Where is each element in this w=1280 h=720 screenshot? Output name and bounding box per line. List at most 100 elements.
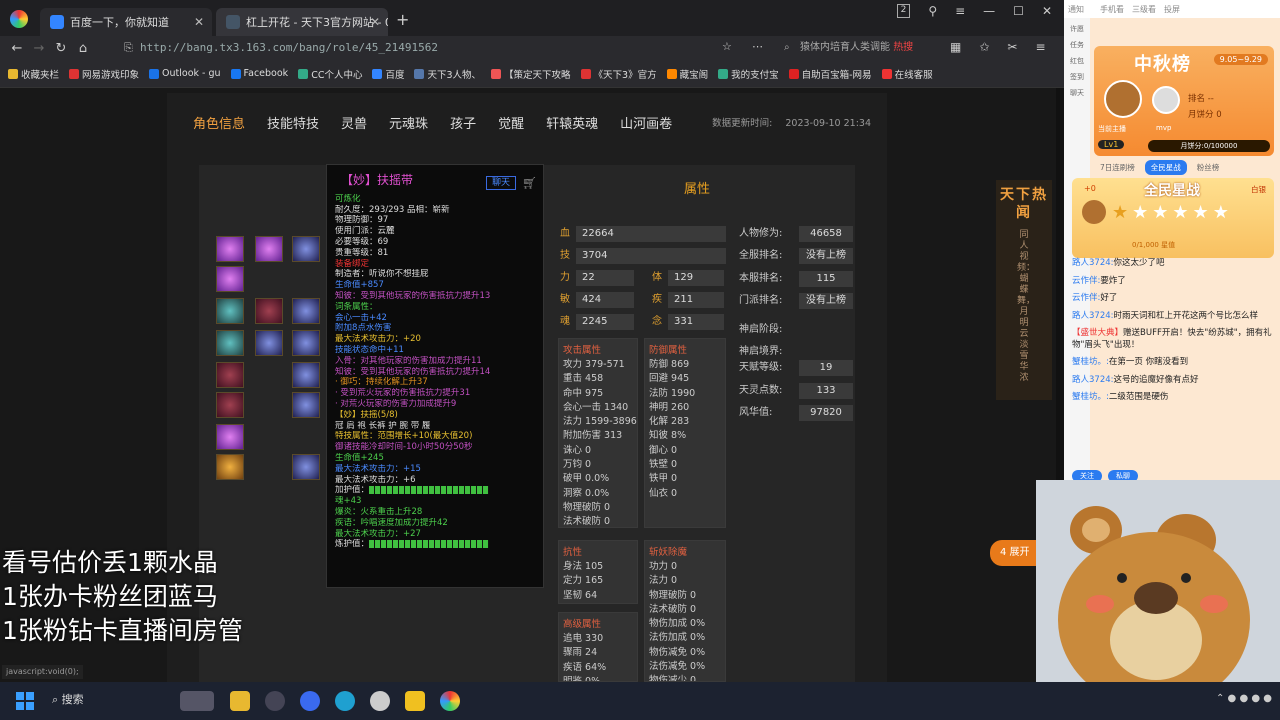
role-tab[interactable]: 轩辕英魂 xyxy=(546,113,598,132)
stream-top-item[interactable]: 通知 xyxy=(1068,4,1084,15)
browser-logo-icon[interactable] xyxy=(10,10,28,28)
role-tab[interactable]: 角色信息 xyxy=(193,113,245,132)
equipment-slot[interactable] xyxy=(292,330,320,356)
bookmark-item[interactable]: Facebook xyxy=(230,68,288,79)
widgets-icon[interactable] xyxy=(180,691,214,711)
chat-username[interactable]: 蟹桂坊。: xyxy=(1072,392,1109,402)
chat-username[interactable]: 路人3724: xyxy=(1072,311,1114,321)
close-tab-icon[interactable]: ✕ xyxy=(370,15,380,29)
tab-count-badge[interactable]: 2 xyxy=(896,4,911,18)
stream-side-item[interactable]: 任务 xyxy=(1064,40,1090,50)
chat-username[interactable]: 路人3724: xyxy=(1072,258,1114,268)
edge-icon[interactable] xyxy=(335,691,355,711)
home-icon[interactable]: ⌂ xyxy=(72,41,94,56)
favorites-icon[interactable]: ✩ xyxy=(979,40,989,54)
equipment-slot[interactable] xyxy=(255,236,283,262)
equipment-slot[interactable] xyxy=(292,362,320,388)
host-avatar[interactable] xyxy=(1104,80,1142,118)
bookmark-item[interactable]: 天下3人物、 xyxy=(414,67,481,81)
bookmark-item[interactable]: 藏宝阁 xyxy=(666,67,708,81)
browser-taskbar-icon[interactable] xyxy=(440,691,460,711)
equipment-slot[interactable] xyxy=(216,362,244,388)
equipment-slot[interactable] xyxy=(216,298,244,324)
equipment-slot[interactable] xyxy=(216,424,244,450)
close-window-icon[interactable]: ✕ xyxy=(1042,4,1052,18)
tab-baidu[interactable]: 百度一下，你就知道 ✕ xyxy=(40,8,212,36)
bookmark-item[interactable]: 在线客服 xyxy=(881,67,933,81)
system-tray[interactable]: ⌃ ● ● ● ● xyxy=(1216,693,1272,704)
chat-link-button[interactable]: 聊天 xyxy=(486,176,516,190)
role-tab[interactable]: 灵兽 xyxy=(341,113,367,132)
bookmark-item[interactable]: 网易游戏印象 xyxy=(69,67,139,81)
stream-top-item[interactable]: 三级看 xyxy=(1132,4,1156,15)
news-item[interactable]: 同人视频：蝴蝶舞，月明云淡雪华浓 xyxy=(1017,230,1035,384)
expand-tab[interactable]: 4 展开 xyxy=(990,540,1038,566)
bookmark-item[interactable]: Outlook - gu xyxy=(149,68,221,79)
stream-top-item[interactable]: 投屏 xyxy=(1164,4,1180,15)
equipment-slot[interactable] xyxy=(216,236,244,262)
tab-tx3[interactable]: 杠上开花 - 天下3官方网站 - 0 ✕ xyxy=(216,8,388,36)
more-icon[interactable]: ⋯ xyxy=(752,40,763,53)
bookmark-item[interactable]: 百度 xyxy=(372,67,404,81)
equipment-slot[interactable] xyxy=(292,236,320,262)
rank-tab[interactable]: 7日连刷榜 xyxy=(1094,160,1141,175)
search-box[interactable]: ⌕ 猿体内培育人类调能 热搜 xyxy=(780,38,940,58)
equipment-slot[interactable] xyxy=(255,330,283,356)
bookmark-item[interactable]: 我的支付宝 xyxy=(718,67,779,81)
maximize-icon[interactable]: ☐ xyxy=(1013,4,1024,18)
role-tab[interactable]: 觉醒 xyxy=(498,113,524,132)
equipment-slot[interactable] xyxy=(292,392,320,418)
role-tab[interactable]: 山河画卷 xyxy=(620,113,672,132)
bookmark-star-icon[interactable]: ☆ xyxy=(722,40,732,53)
equipment-slot[interactable] xyxy=(292,298,320,324)
page-info-icon[interactable]: ⎘ xyxy=(124,38,133,58)
equipment-slot[interactable] xyxy=(216,330,244,356)
news-box[interactable]: 天下热闻 同人视频：蝴蝶舞，月明云淡雪华浓 xyxy=(996,180,1052,400)
stream-side-item[interactable]: 许愿 xyxy=(1064,24,1090,34)
stream-side-item[interactable]: 聊天 xyxy=(1064,88,1090,98)
role-tab[interactable]: 元魂珠 xyxy=(389,113,428,132)
rank-tab[interactable]: 全民星战 xyxy=(1144,160,1187,175)
app-icon-2[interactable] xyxy=(300,691,320,711)
close-tab-icon[interactable]: ✕ xyxy=(194,15,204,29)
chat-username[interactable]: 云作伴: xyxy=(1072,293,1100,303)
address-bar[interactable]: ⎘ http://bang.tx3.163.com/bang/role/45_2… xyxy=(118,38,766,58)
role-tab[interactable]: 技能特技 xyxy=(267,113,319,132)
chat-username[interactable]: 蟹桂坊。: xyxy=(1072,357,1109,367)
chat-username[interactable]: 云作伴: xyxy=(1072,276,1100,286)
chat-username[interactable]: 【盛世大典】 xyxy=(1072,328,1123,338)
pin-icon[interactable]: ⚲ xyxy=(928,4,937,18)
stream-side-item[interactable]: 签到 xyxy=(1064,72,1090,82)
new-tab-icon[interactable]: + xyxy=(396,10,409,29)
menu-icon[interactable]: ≡ xyxy=(955,4,965,18)
apps-icon[interactable]: ▦ xyxy=(950,40,961,54)
minimize-icon[interactable]: — xyxy=(983,4,995,18)
bookmark-item[interactable]: 自助百宝箱-网易 xyxy=(788,67,872,81)
stream-top-item[interactable]: 手机看 xyxy=(1100,4,1124,15)
equipment-slot[interactable] xyxy=(216,392,244,418)
app-icon-1[interactable] xyxy=(265,691,285,711)
taskbar-search[interactable]: ⌕ 搜索 xyxy=(52,691,84,707)
equipment-slot[interactable] xyxy=(216,266,244,292)
reload-icon[interactable]: ↻ xyxy=(50,41,72,56)
bookmark-item[interactable]: 《天下3》官方 xyxy=(580,67,657,81)
star-battle-card[interactable]: +0 全民星战 白银 ★★★★★★ 0/1,000 星值 xyxy=(1072,178,1274,258)
bookmark-item[interactable]: 收藏夹栏 xyxy=(8,67,59,81)
stream-side-item[interactable]: 红包 xyxy=(1064,56,1090,66)
bookmark-item[interactable]: 【策定天下攻略 xyxy=(491,67,571,81)
back-icon[interactable]: ← xyxy=(6,41,28,56)
equipment-slot[interactable] xyxy=(216,454,244,480)
equipment-slot[interactable] xyxy=(255,298,283,324)
mvp-avatar[interactable] xyxy=(1152,86,1180,114)
rank-tab[interactable]: 粉丝榜 xyxy=(1191,160,1226,175)
windows-start-icon[interactable] xyxy=(16,692,34,710)
settings-menu-icon[interactable]: ≡ xyxy=(1035,40,1045,54)
forward-icon[interactable]: → xyxy=(28,41,50,56)
role-tab[interactable]: 孩子 xyxy=(450,113,476,132)
festival-card[interactable]: 中秋榜 9.05~9.29 排名 -- 月饼分 0 当前主播 mvp Lv1 月… xyxy=(1094,46,1274,156)
app-icon-4[interactable] xyxy=(405,691,425,711)
bookmark-item[interactable]: CC个人中心 xyxy=(298,67,362,81)
tools-icon[interactable]: ✂ xyxy=(1007,40,1017,54)
equipment-slot[interactable] xyxy=(292,454,320,480)
chat-username[interactable]: 路人3724: xyxy=(1072,375,1114,385)
